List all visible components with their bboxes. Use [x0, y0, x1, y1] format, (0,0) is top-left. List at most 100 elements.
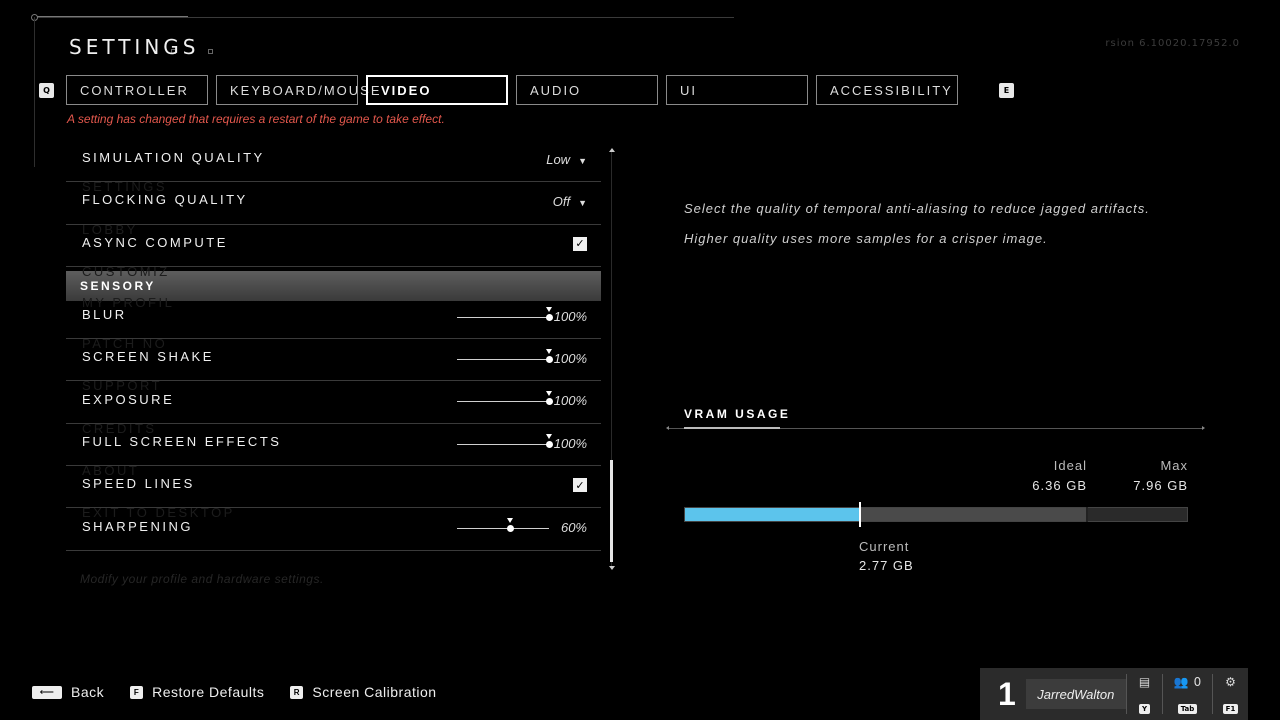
simulation-quality-dropdown[interactable]: Low ▼	[546, 152, 587, 167]
default-marker-icon	[546, 433, 552, 439]
settings-button[interactable]: ⚙ F1	[1212, 674, 1248, 714]
setting-screen-shake[interactable]: SCREEN SHAKE SUPPORT 100%	[66, 339, 601, 393]
footer-actions: ⟵ Back F Restore Defaults R Screen Calib…	[32, 684, 453, 700]
setting-label: ASYNC COMPUTE	[82, 234, 228, 250]
tab-accessibility[interactable]: ACCESSIBILITY	[816, 75, 958, 105]
default-marker-icon	[546, 391, 552, 397]
chat-key: Y	[1138, 704, 1151, 714]
arrow-left-icon	[666, 426, 669, 430]
chat-button[interactable]: ▤ Y	[1126, 674, 1162, 714]
default-marker-icon	[546, 349, 552, 355]
screen-shake-slider[interactable]	[457, 349, 553, 364]
page-title: SETTINGS	[69, 35, 200, 59]
settings-list: SIMULATION QUALITY SETTINGS Low ▼ FLOCKIN…	[66, 140, 601, 551]
setting-sharpening[interactable]: SHARPENING 60%	[66, 508, 601, 551]
version-text: rsion 6.10020.17952.0	[1105, 38, 1240, 49]
friends-icon: 👥	[1173, 675, 1189, 689]
setting-simulation-quality[interactable]: SIMULATION QUALITY SETTINGS Low ▼	[66, 140, 601, 194]
vram-current-label: Current	[859, 539, 910, 554]
vram-current-value: 2.77 GB	[859, 558, 914, 573]
dropdown-value: Off	[552, 194, 571, 210]
setting-full-screen-effects[interactable]: FULL SCREEN EFFECTS ABOUT 100%	[66, 424, 601, 478]
restore-key: F	[130, 685, 144, 699]
screen-calibration-button[interactable]: R Screen Calibration	[290, 684, 436, 700]
slider-value: 100%	[553, 351, 587, 367]
slider-knob[interactable]	[546, 313, 553, 321]
vram-ideal-label: Ideal	[1053, 458, 1087, 473]
tab-keyboard-mouse[interactable]: KEYBOARD/MOUSE	[216, 75, 380, 105]
vram-ideal-marker	[1086, 507, 1089, 522]
async-compute-checkbox[interactable]: ✓	[573, 236, 587, 251]
vram-ideal-segment	[859, 508, 1087, 521]
sharpening-slider[interactable]	[457, 518, 549, 533]
arrow-right-icon	[1202, 426, 1205, 430]
slider-value: 100%	[553, 393, 587, 409]
slider-knob[interactable]	[546, 440, 553, 448]
flocking-quality-dropdown[interactable]: Off ▼	[553, 194, 587, 209]
settings-key: F1	[1222, 704, 1239, 714]
description-line: Higher quality uses more samples for a c…	[684, 231, 1048, 246]
player-profile-card[interactable]: 1 JarredWalton ▤ Y 👥 0 Tab ⚙ F1	[980, 668, 1248, 720]
setting-label: SHARPENING	[82, 518, 193, 534]
scroll-up-arrow-icon[interactable]	[609, 148, 615, 152]
calibration-key: R	[290, 685, 304, 699]
ghost-square-icon	[208, 49, 213, 54]
caret-down-icon: ▼	[578, 156, 587, 166]
setting-async-compute[interactable]: ASYNC COMPUTE CUSTOMIZ ✓	[66, 225, 601, 279]
default-marker-icon	[546, 306, 552, 312]
setting-label: EXPOSURE	[82, 391, 175, 407]
ghost-menu-description: Modify your profile and hardware setting…	[80, 572, 324, 586]
setting-speed-lines[interactable]: SPEED LINES EXIT TO DESKTOP ✓	[66, 466, 601, 520]
scrollbar-thumb[interactable]	[610, 460, 613, 562]
tab-audio[interactable]: AUDIO	[516, 75, 658, 105]
prev-tab-key[interactable]: Q	[39, 83, 54, 98]
default-marker-icon	[507, 518, 514, 524]
restore-defaults-button[interactable]: F Restore Defaults	[130, 684, 264, 700]
restore-label: Restore Defaults	[152, 684, 265, 700]
slider-knob[interactable]	[546, 356, 553, 364]
tab-bar: CONTROLLER KEYBOARD/MOUSE VIDEO AUDIO UI…	[66, 75, 958, 105]
friends-count: 0	[1193, 675, 1202, 689]
speed-lines-checkbox[interactable]: ✓	[573, 478, 587, 493]
vram-current-fill	[685, 508, 860, 521]
dropdown-value: Low	[546, 152, 571, 167]
exposure-slider[interactable]	[457, 391, 553, 406]
checkmark-icon: ✓	[575, 478, 585, 492]
back-arrow-icon: ⟵	[32, 685, 62, 699]
vram-max-label: Max	[1160, 458, 1188, 473]
setting-description: Select the quality of temporal anti-alia…	[684, 194, 1150, 254]
header-divider	[34, 17, 734, 18]
setting-flocking-quality[interactable]: FLOCKING QUALITY LOBBY Off ▼	[66, 182, 601, 237]
next-tab-key[interactable]: E	[999, 83, 1014, 98]
slider-knob[interactable]	[507, 525, 515, 533]
setting-label: FLOCKING QUALITY	[82, 192, 248, 208]
friends-indicator: 👥 0	[1174, 674, 1202, 690]
setting-blur[interactable]: MY PROFIL BLUR PATCH NO 100%	[66, 295, 601, 351]
slider-value: 60%	[560, 520, 587, 536]
setting-label: FULL SCREEN EFFECTS	[82, 433, 282, 449]
tab-video[interactable]: VIDEO	[366, 75, 508, 105]
description-line: Select the quality of temporal anti-alia…	[684, 201, 1150, 216]
friends-button[interactable]: 👥 0 Tab	[1162, 674, 1212, 714]
scroll-down-arrow-icon[interactable]	[609, 566, 615, 570]
back-button[interactable]: ⟵ Back	[32, 684, 104, 700]
blur-slider[interactable]	[457, 306, 553, 321]
gear-icon: ⚙	[1225, 675, 1236, 689]
calibration-label: Screen Calibration	[312, 684, 437, 700]
setting-label: BLUR	[82, 307, 127, 323]
vram-max-value: 7.96 GB	[1133, 478, 1188, 493]
slider-value: 100%	[553, 308, 587, 324]
full-screen-effects-slider[interactable]	[457, 433, 553, 448]
ghost-menu-item: CUSTOMIZ	[82, 263, 170, 279]
caret-down-icon: ▼	[578, 198, 587, 209]
vram-usage-bar	[684, 502, 1188, 527]
restart-warning: A setting has changed that requires a re…	[67, 112, 445, 126]
slider-knob[interactable]	[546, 398, 553, 406]
tab-ui[interactable]: UI	[666, 75, 808, 105]
vram-ideal-value: 6.36 GB	[1032, 478, 1087, 493]
tab-controller[interactable]: CONTROLLER	[66, 75, 208, 105]
setting-label: SIMULATION QUALITY	[82, 150, 265, 166]
back-label: Back	[71, 684, 105, 700]
setting-exposure[interactable]: EXPOSURE CREDITS 100%	[66, 381, 601, 436]
slider-value: 100%	[553, 435, 587, 451]
